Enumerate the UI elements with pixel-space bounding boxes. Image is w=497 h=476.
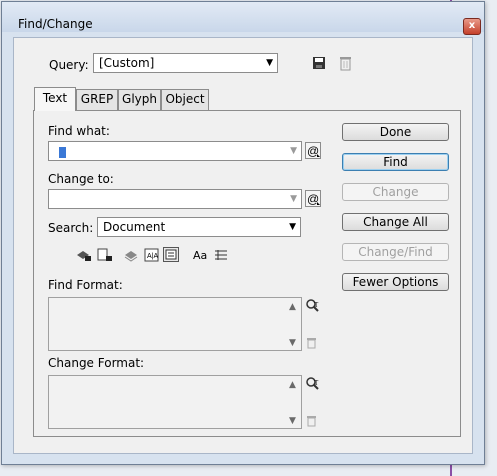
change-to-input[interactable]: ▼ bbox=[48, 189, 302, 209]
tab-text[interactable]: Text bbox=[34, 87, 76, 111]
scroll-down-icon[interactable]: ▼ bbox=[289, 416, 296, 426]
text-cursor bbox=[59, 147, 66, 158]
trash-icon[interactable] bbox=[339, 55, 352, 71]
find-format-box[interactable] bbox=[48, 297, 302, 351]
search-label: Search: bbox=[48, 221, 94, 235]
tab-object-label: Object bbox=[165, 92, 205, 106]
find-what-label: Find what: bbox=[48, 124, 110, 138]
query-value: [Custom] bbox=[99, 56, 155, 70]
clear-find-format-icon[interactable] bbox=[306, 337, 317, 349]
svg-text:T: T bbox=[314, 379, 319, 387]
tab-glyph[interactable]: Glyph bbox=[118, 89, 161, 110]
special-characters-change-icon[interactable]: @ bbox=[305, 190, 322, 208]
floppy-disk-icon[interactable] bbox=[312, 56, 326, 70]
close-icon: x bbox=[468, 20, 476, 31]
query-label: Query: bbox=[49, 58, 89, 72]
tab-text-label: Text bbox=[42, 91, 68, 105]
search-scope-value: Document bbox=[103, 220, 166, 234]
include-locked-stories-icon[interactable] bbox=[97, 248, 113, 262]
specify-change-format-icon[interactable]: T bbox=[305, 376, 321, 391]
special-characters-find-icon[interactable]: @ bbox=[305, 142, 322, 160]
chevron-down-icon: ▼ bbox=[290, 194, 297, 204]
change-find-button[interactable]: Change/Find bbox=[342, 243, 449, 261]
change-format-label: Change Format: bbox=[48, 356, 145, 370]
chevron-down-icon: ▼ bbox=[290, 146, 297, 156]
clear-change-format-icon[interactable] bbox=[306, 415, 317, 427]
query-select[interactable]: [Custom] ▼ bbox=[93, 53, 278, 73]
chevron-down-icon: ▼ bbox=[266, 58, 273, 68]
fewer-options-button[interactable]: Fewer Options bbox=[342, 273, 449, 291]
change-format-box[interactable] bbox=[48, 375, 302, 429]
whole-word-icon[interactable] bbox=[214, 249, 228, 261]
scroll-down-icon[interactable]: ▼ bbox=[289, 338, 296, 348]
tab-grep-label: GREP bbox=[80, 92, 114, 106]
svg-text:A|A: A|A bbox=[147, 253, 158, 260]
svg-text:T: T bbox=[314, 301, 319, 309]
include-locked-layers-icon[interactable] bbox=[76, 248, 92, 262]
change-all-button[interactable]: Change All bbox=[342, 213, 449, 231]
dialog-title: Find/Change bbox=[18, 17, 93, 31]
tab-glyph-label: Glyph bbox=[122, 92, 157, 106]
case-sensitive-icon[interactable]: Aa bbox=[193, 249, 207, 262]
find-button[interactable]: Find bbox=[342, 153, 449, 171]
include-hidden-layers-icon[interactable] bbox=[124, 248, 139, 262]
title-bar: Find/Change x bbox=[2, 2, 484, 35]
find-format-label: Find Format: bbox=[48, 278, 123, 292]
include-footnotes-icon[interactable] bbox=[163, 247, 180, 263]
done-button[interactable]: Done bbox=[342, 123, 449, 141]
change-button[interactable]: Change bbox=[342, 183, 449, 201]
include-master-pages-icon[interactable]: A|A bbox=[144, 248, 160, 262]
chevron-down-icon: ▼ bbox=[289, 222, 296, 232]
scroll-up-icon[interactable]: ▲ bbox=[289, 380, 296, 390]
scroll-up-icon[interactable]: ▲ bbox=[289, 302, 296, 312]
tab-grep[interactable]: GREP bbox=[76, 89, 118, 110]
close-button[interactable]: x bbox=[463, 18, 481, 35]
change-to-label: Change to: bbox=[48, 172, 114, 186]
find-what-input[interactable]: ▼ bbox=[48, 141, 302, 161]
search-scope-select[interactable]: Document ▼ bbox=[97, 217, 301, 237]
tab-object[interactable]: Object bbox=[161, 89, 209, 110]
specify-find-format-icon[interactable]: T bbox=[305, 298, 321, 313]
